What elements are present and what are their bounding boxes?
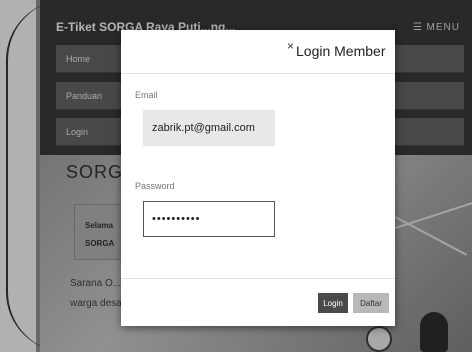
register-button[interactable]: Daftar bbox=[353, 293, 389, 313]
password-label: Password bbox=[135, 181, 175, 191]
modal-title: Login Member bbox=[296, 43, 386, 59]
email-label: Email bbox=[135, 90, 158, 100]
modal-footer: Login Daftar bbox=[121, 278, 395, 326]
modal-header: × Login Member bbox=[121, 30, 395, 74]
login-modal: × Login Member Email zabrik.pt@gmail.com… bbox=[121, 30, 395, 326]
password-field[interactable]: •••••••••• bbox=[143, 201, 275, 237]
email-value: zabrik.pt@gmail.com bbox=[152, 122, 255, 134]
password-value: •••••••••• bbox=[152, 213, 201, 225]
email-field[interactable]: zabrik.pt@gmail.com bbox=[143, 110, 275, 146]
close-icon[interactable]: × bbox=[287, 39, 294, 53]
login-button[interactable]: Login bbox=[318, 293, 348, 313]
